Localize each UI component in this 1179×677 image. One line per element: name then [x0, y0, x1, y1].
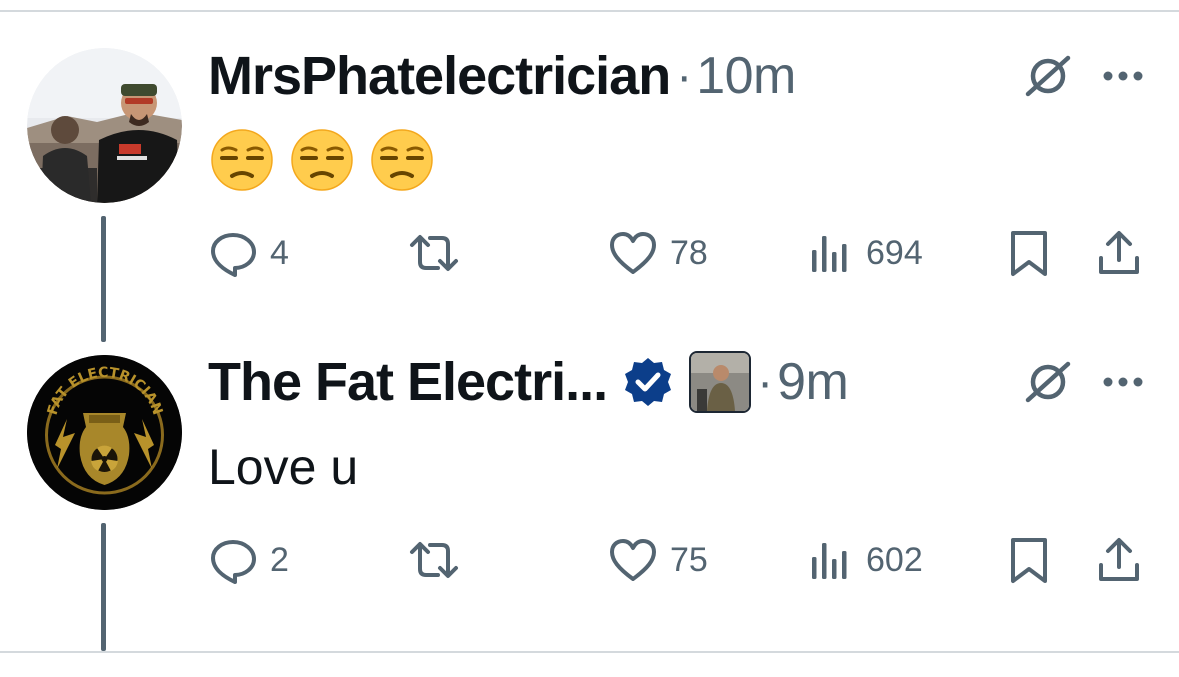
reply-icon	[211, 233, 256, 277]
thread-line	[101, 523, 106, 651]
retweet-button[interactable]	[406, 228, 474, 278]
divider-top	[0, 10, 1179, 12]
retweet-icon	[410, 542, 458, 578]
tweet-top-icons	[1022, 356, 1146, 408]
reply-icon	[211, 540, 256, 584]
views-icon	[812, 236, 847, 272]
like-count: 75	[670, 540, 708, 579]
tweet-text: Love u	[208, 439, 359, 495]
affiliate-badge[interactable]	[689, 351, 752, 413]
timestamp[interactable]: 10m	[696, 46, 796, 106]
avatar-fat-electrician[interactable]: FAT ELECTRICIAN	[27, 355, 182, 510]
share-icon	[1099, 538, 1139, 581]
grok-icon[interactable]	[1022, 50, 1074, 102]
unamused-face-emoji	[210, 128, 274, 197]
more-icon[interactable]	[1100, 50, 1146, 102]
bookmark-button[interactable]	[1008, 535, 1050, 585]
verified-badge-icon[interactable]	[621, 355, 675, 409]
share-icon	[1099, 231, 1139, 274]
tweet-header: MrsPhatelectrician · 10m	[208, 36, 796, 116]
tweet-actions: 4 78 694	[208, 228, 1148, 278]
views-icon	[812, 543, 847, 579]
display-name[interactable]: MrsPhatelectrician	[208, 45, 671, 107]
reply-count: 4	[270, 233, 289, 272]
bookmark-button[interactable]	[1008, 228, 1050, 278]
like-count: 78	[670, 233, 708, 272]
view-count: 694	[866, 233, 923, 272]
bookmark-icon	[1011, 231, 1047, 276]
tweet-header: The Fat Electri... · 9m	[208, 342, 849, 422]
views-button[interactable]: 602	[808, 535, 923, 585]
divider-bottom	[0, 651, 1179, 653]
view-count: 602	[866, 540, 923, 579]
more-icon[interactable]	[1100, 356, 1146, 408]
unamused-face-emoji	[290, 128, 354, 197]
thread-line	[101, 216, 106, 342]
emoji-row	[210, 128, 434, 197]
unamused-face-emoji	[370, 128, 434, 197]
separator-dot: ·	[676, 49, 693, 103]
tweet-top-icons	[1022, 50, 1146, 102]
like-button[interactable]: 78	[608, 228, 708, 278]
retweet-button[interactable]	[406, 535, 474, 585]
retweet-icon	[410, 235, 458, 271]
timestamp[interactable]: 9m	[777, 352, 849, 412]
share-button[interactable]	[1096, 228, 1142, 278]
bookmark-icon	[1011, 538, 1047, 583]
like-button[interactable]: 75	[608, 535, 708, 585]
like-icon	[610, 539, 656, 581]
views-button[interactable]: 694	[808, 228, 923, 278]
grok-icon[interactable]	[1022, 356, 1074, 408]
avatar-mrsphatelectrician[interactable]	[27, 48, 182, 203]
tweet-actions: 2 75 602	[208, 535, 1148, 585]
display-name[interactable]: The Fat Electri...	[208, 351, 608, 413]
reply-count: 2	[270, 540, 289, 579]
separator-dot: ·	[757, 355, 774, 409]
like-icon	[610, 232, 656, 274]
share-button[interactable]	[1096, 535, 1142, 585]
reply-button[interactable]: 2	[208, 535, 289, 585]
reply-button[interactable]: 4	[208, 228, 289, 278]
